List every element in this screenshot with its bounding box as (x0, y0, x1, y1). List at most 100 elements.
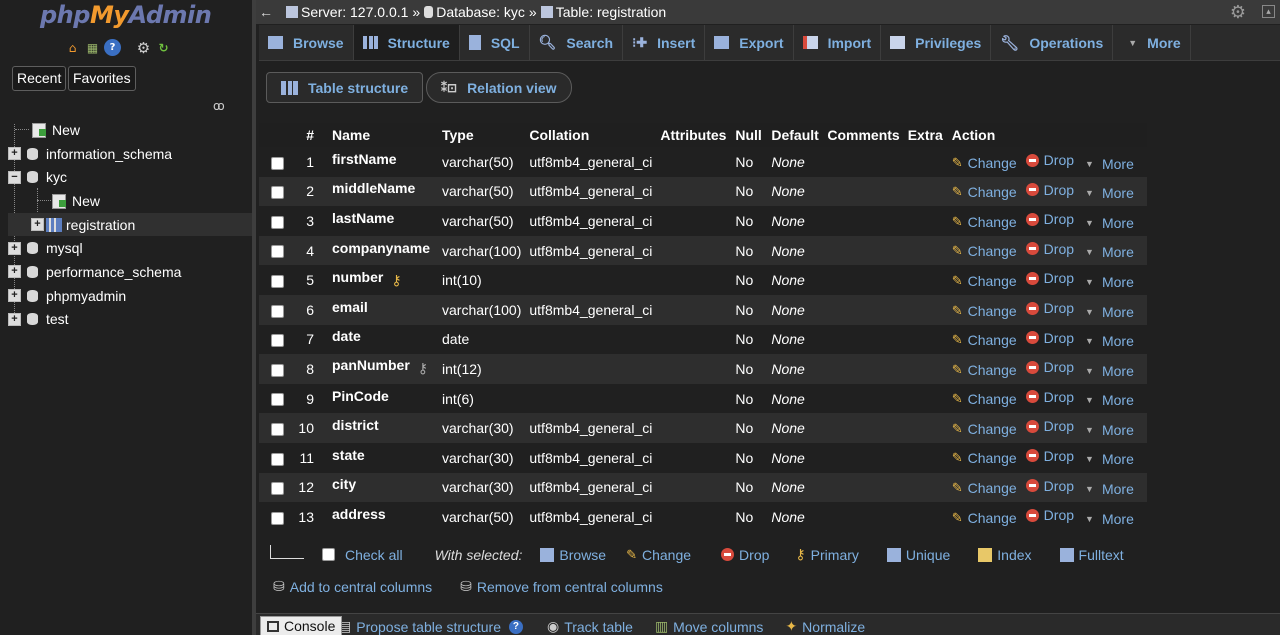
logout-icon[interactable]: ▦ (84, 39, 101, 56)
more-action[interactable]: ▼ More (1085, 156, 1134, 172)
navigation-resizer[interactable] (252, 0, 256, 635)
back-arrow-icon[interactable]: ← (256, 4, 276, 20)
more-action[interactable]: ▼ More (1085, 274, 1134, 290)
row-checkbox[interactable] (271, 215, 284, 229)
expand-icon[interactable]: + (8, 289, 21, 303)
remove-central-columns-button[interactable]: ⛁ Remove from central columns (460, 578, 663, 595)
tab-search[interactable]: 🔍︎ Search (530, 25, 624, 60)
row-checkbox[interactable] (271, 452, 284, 466)
tab-privileges[interactable]: Privileges (881, 25, 992, 60)
change-action[interactable]: ✎ Change (952, 450, 1017, 466)
row-checkbox[interactable] (271, 363, 284, 377)
add-central-columns-button[interactable]: ⛁ Add to central columns (273, 578, 432, 595)
change-action[interactable]: ✎ Change (952, 155, 1017, 171)
header-name[interactable]: Name (328, 123, 438, 147)
track-table-link[interactable]: ◉ Track table (547, 618, 633, 635)
more-action[interactable]: ▼ More (1085, 304, 1134, 320)
propose-table-structure-link[interactable]: ▤ Propose table structure (338, 618, 501, 635)
tree-item-performance-schema[interactable]: + performance_schema (8, 260, 252, 284)
row-checkbox[interactable] (271, 422, 284, 436)
bulk-index-button[interactable]: Index (978, 547, 1032, 563)
bulk-drop-button[interactable]: Drop (721, 547, 769, 563)
breadcrumb-table[interactable]: Table: registration (540, 4, 666, 20)
row-checkbox[interactable] (271, 156, 284, 170)
check-all-label[interactable]: Check all (345, 547, 403, 563)
tree-item-mysql[interactable]: + mysql (8, 236, 252, 260)
more-action[interactable]: ▼ More (1085, 185, 1134, 201)
tree-item-information-schema[interactable]: + information_schema (8, 142, 252, 166)
settings-gear-icon[interactable]: ⚙ (1230, 2, 1246, 23)
drop-action[interactable]: Drop (1025, 241, 1074, 257)
tab-sql[interactable]: SQL (460, 25, 530, 60)
more-action[interactable]: ▼ More (1085, 451, 1134, 467)
expand-icon[interactable]: + (31, 218, 44, 232)
more-action[interactable]: ▼ More (1085, 481, 1134, 497)
change-action[interactable]: ✎ Change (952, 214, 1017, 230)
tab-structure[interactable]: Structure (353, 25, 460, 60)
help-icon[interactable]: ? (104, 39, 121, 56)
collapse-icon[interactable]: − (8, 170, 21, 184)
link-with-main-panel-icon[interactable]: oo (213, 99, 225, 113)
gear-icon[interactable]: ⚙ (135, 39, 152, 57)
bulk-browse-button[interactable]: Browse (540, 547, 606, 563)
drop-action[interactable]: Drop (1025, 300, 1074, 316)
change-action[interactable]: ✎ Change (952, 391, 1017, 407)
more-action[interactable]: ▼ More (1085, 215, 1134, 231)
help-icon[interactable]: ? (508, 619, 523, 634)
more-action[interactable]: ▼ More (1085, 363, 1134, 379)
normalize-link[interactable]: ✦ Normalize (785, 618, 865, 635)
breadcrumb-database[interactable]: Database: kyc (424, 4, 525, 20)
row-checkbox[interactable] (271, 304, 284, 318)
tree-item-phpmyadmin[interactable]: + phpmyadmin (8, 284, 252, 308)
reload-icon[interactable]: ↻ (155, 39, 172, 56)
check-all-checkbox[interactable] (322, 548, 335, 561)
bulk-change-button[interactable]: ✎ Change (626, 547, 691, 563)
expand-icon[interactable]: + (8, 265, 21, 279)
tree-item-new[interactable]: New (8, 118, 252, 142)
change-action[interactable]: ✎ Change (952, 184, 1017, 200)
drop-action[interactable]: Drop (1025, 211, 1074, 227)
change-action[interactable]: ✎ Change (952, 332, 1017, 348)
tab-operations[interactable]: 🔧︎ Operations (991, 25, 1114, 60)
bulk-fulltext-button[interactable]: Fulltext (1059, 547, 1124, 563)
drop-action[interactable]: Drop (1025, 418, 1074, 434)
console-button[interactable]: Console (260, 616, 343, 635)
row-checkbox[interactable] (271, 186, 284, 200)
tab-more[interactable]: ▼ More (1113, 25, 1191, 60)
drop-action[interactable]: Drop (1025, 478, 1074, 494)
drop-action[interactable]: Drop (1025, 152, 1074, 168)
change-action[interactable]: ✎ Change (952, 362, 1017, 378)
row-checkbox[interactable] (271, 511, 284, 525)
breadcrumb-server[interactable]: Server: 127.0.0.1 (286, 4, 408, 20)
tab-import[interactable]: Import (794, 25, 882, 60)
change-action[interactable]: ✎ Change (952, 303, 1017, 319)
expand-icon[interactable]: + (8, 241, 21, 255)
row-checkbox[interactable] (271, 245, 284, 259)
drop-action[interactable]: Drop (1025, 182, 1074, 198)
move-columns-link[interactable]: ▥ Move columns (655, 618, 764, 635)
tab-export[interactable]: Export (705, 25, 794, 60)
more-action[interactable]: ▼ More (1085, 244, 1134, 260)
more-action[interactable]: ▼ More (1085, 333, 1134, 349)
tree-item-test[interactable]: + test (8, 308, 252, 332)
tab-browse[interactable]: Browse (259, 25, 354, 60)
drop-action[interactable]: Drop (1025, 330, 1074, 346)
change-action[interactable]: ✎ Change (952, 510, 1017, 526)
bulk-unique-button[interactable]: Unique (886, 547, 950, 563)
row-checkbox[interactable] (271, 334, 284, 348)
drop-action[interactable]: Drop (1025, 270, 1074, 286)
row-checkbox[interactable] (271, 393, 284, 407)
change-action[interactable]: ✎ Change (952, 480, 1017, 496)
tree-item-kyc[interactable]: − kyc (8, 165, 252, 189)
more-action[interactable]: ▼ More (1085, 511, 1134, 527)
expand-icon[interactable]: + (8, 312, 21, 326)
favorites-button[interactable]: Favorites (68, 66, 136, 91)
change-action[interactable]: ✎ Change (952, 421, 1017, 437)
tab-insert[interactable]: ⁝✚ Insert (623, 25, 706, 60)
recent-button[interactable]: Recent (12, 66, 67, 91)
collapse-icon[interactable]: ▴ (1262, 5, 1275, 18)
drop-action[interactable]: Drop (1025, 389, 1074, 405)
tree-item-kyc-new[interactable]: New (8, 189, 252, 213)
drop-action[interactable]: Drop (1025, 359, 1074, 375)
change-action[interactable]: ✎ Change (952, 243, 1017, 259)
